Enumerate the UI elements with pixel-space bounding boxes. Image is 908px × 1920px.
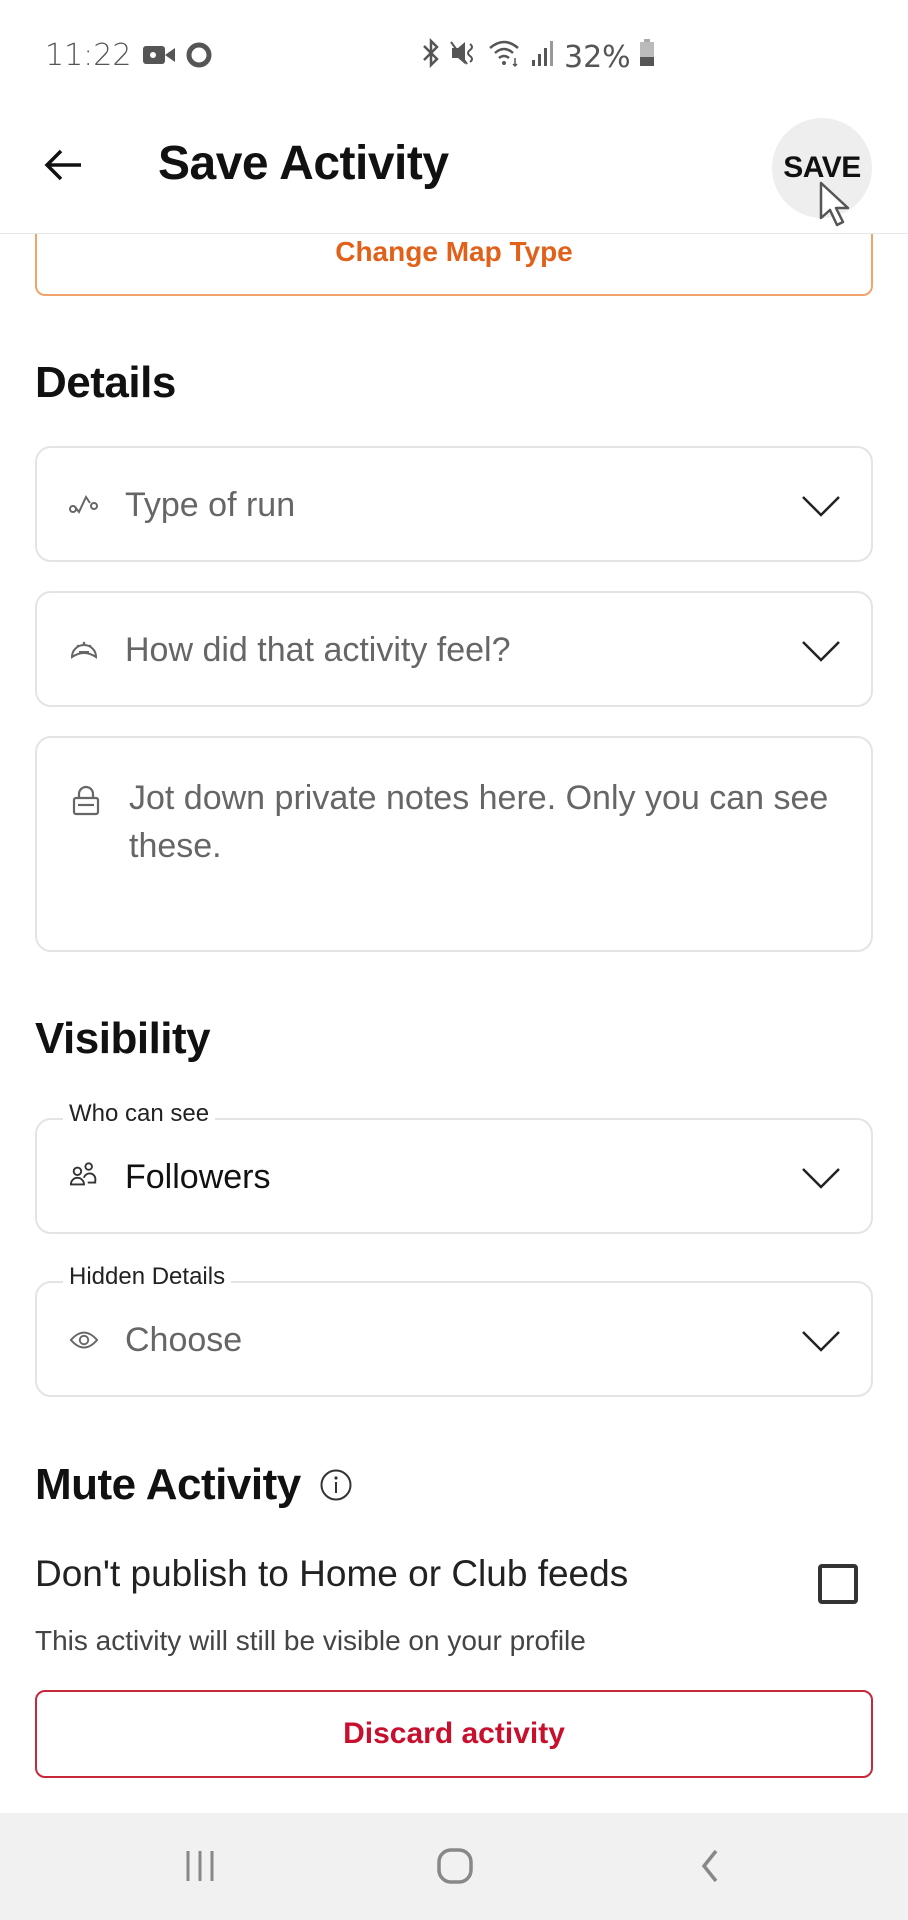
arrow-left-icon [44, 149, 81, 181]
dont-publish-label: Don't publish to Home or Club feeds [35, 1553, 629, 1594]
mute-activity-note: This activity will still be visible on y… [35, 1625, 586, 1656]
recent-apps-button[interactable] [170, 1841, 230, 1891]
wifi-icon [488, 38, 522, 76]
home-icon [437, 1848, 473, 1884]
lock-icon [71, 784, 101, 821]
back-button[interactable] [38, 140, 88, 190]
battery-text: 32% [564, 39, 631, 75]
chevron-down-icon [802, 1331, 840, 1352]
record-dot-icon [186, 42, 212, 73]
app-bar: Save Activity SAVE [0, 110, 908, 234]
hidden-details-select[interactable]: Hidden Details Choose [35, 1263, 873, 1397]
status-time: 11:22 [45, 38, 132, 73]
chevron-down-icon [802, 641, 840, 662]
signal-icon [530, 38, 556, 76]
mute-vibrate-icon [450, 38, 480, 76]
back-nav-button[interactable] [680, 1841, 740, 1891]
details-heading: Details [35, 358, 176, 407]
status-bar: 11:22 32% [0, 0, 908, 110]
mute-activity-header: Mute Activity [35, 1460, 353, 1510]
eye-icon [69, 1325, 99, 1355]
hidden-details-placeholder: Choose [125, 1321, 243, 1359]
who-can-see-select[interactable]: Who can see Followers [35, 1100, 873, 1234]
type-of-run-select[interactable]: Type of run [35, 446, 873, 562]
hidden-details-label: Hidden Details [63, 1263, 232, 1291]
mouse-cursor-icon [819, 181, 850, 227]
back-icon [701, 1849, 718, 1883]
private-notes-input[interactable]: Jot down private notes here. Only you ca… [35, 736, 873, 952]
chevron-down-icon [802, 496, 840, 517]
who-can-see-label: Who can see [63, 1100, 216, 1128]
chevron-down-icon [802, 1168, 840, 1189]
workout-type-icon [69, 489, 99, 519]
private-notes-placeholder: Jot down private notes here. Only you ca… [129, 779, 829, 865]
activity-feel-placeholder: How did that activity feel? [125, 631, 511, 669]
followers-icon [69, 1160, 99, 1190]
system-navigation-bar [0, 1813, 908, 1920]
home-button[interactable] [425, 1841, 485, 1891]
dont-publish-checkbox[interactable] [818, 1564, 858, 1604]
video-recording-icon [142, 43, 176, 72]
perceived-exertion-icon [69, 634, 99, 664]
type-of-run-placeholder: Type of run [125, 486, 296, 524]
battery-icon [639, 38, 655, 76]
recent-apps-icon [186, 1851, 214, 1881]
who-can-see-value: Followers [125, 1158, 271, 1196]
discard-activity-button[interactable]: Discard activity [35, 1690, 873, 1778]
mute-activity-heading: Mute Activity [35, 1460, 301, 1509]
bluetooth-icon [420, 37, 442, 76]
activity-feel-select[interactable]: How did that activity feel? [35, 591, 873, 707]
visibility-heading: Visibility [35, 1014, 211, 1063]
page-title: Save Activity [158, 137, 449, 190]
info-icon[interactable] [319, 1468, 353, 1502]
